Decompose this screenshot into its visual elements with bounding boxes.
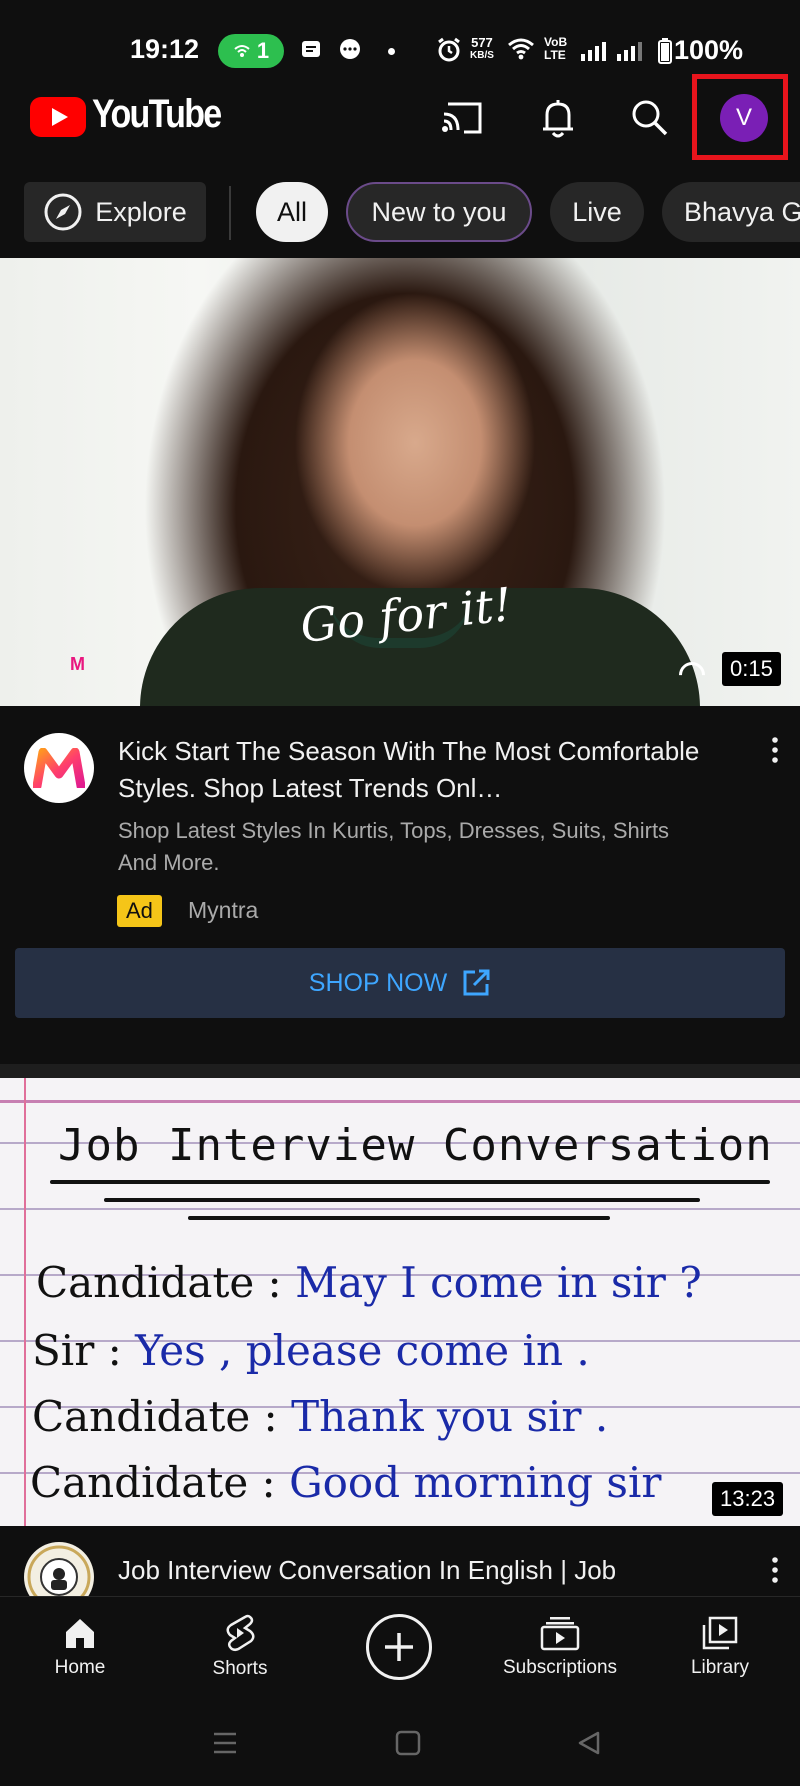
wifi-icon	[508, 38, 534, 66]
ad-more-options-button[interactable]	[760, 730, 790, 770]
nav-shorts[interactable]: Shorts	[190, 1597, 290, 1697]
compass-icon	[44, 193, 82, 231]
volte-indicator: VoB LTE	[544, 36, 567, 62]
chip-bhavya[interactable]: Bhavya G	[662, 182, 800, 242]
dialogue-line: Candidate : Thank you sir .	[32, 1392, 608, 1441]
ad-advertiser-name: Myntra	[188, 897, 259, 923]
ad-title[interactable]: Kick Start The Season With The Most Comf…	[118, 733, 718, 807]
search-icon	[632, 100, 668, 136]
library-icon	[702, 1616, 738, 1650]
heading-underline-1	[50, 1180, 770, 1184]
video-more-options-button[interactable]	[760, 1550, 790, 1590]
hotspot-count: 1	[256, 38, 270, 63]
network-speed-value: 577	[471, 35, 493, 50]
dialogue-speech: Yes , please come in .	[135, 1326, 590, 1375]
menu-lines-icon	[214, 1732, 236, 1754]
notifications-button[interactable]	[528, 88, 588, 148]
battery-percentage: 100%	[674, 35, 744, 65]
notebook-top-rule	[0, 1100, 800, 1103]
myntra-small-logo: M	[70, 654, 85, 674]
video-title[interactable]: Job Interview Conversation In English | …	[118, 1552, 718, 1589]
notification-dot-icon	[388, 48, 395, 55]
recent-apps-button[interactable]	[212, 1730, 238, 1761]
ad-video-thumbnail[interactable]: Go for it! M 0:15	[0, 258, 800, 706]
chip-new-to-you[interactable]: New to you	[346, 182, 532, 242]
dialogue-speech: May I come in sir ?	[295, 1258, 702, 1307]
signal-strength-2-icon	[616, 40, 648, 67]
back-triangle-icon	[578, 1731, 600, 1755]
dialogue-speech: Thank you sir .	[291, 1392, 609, 1441]
home-icon	[66, 1619, 94, 1648]
chip-all[interactable]: All	[256, 182, 328, 242]
cast-button[interactable]	[432, 88, 492, 148]
heading-underline-3	[188, 1216, 610, 1220]
search-button[interactable]	[620, 88, 680, 148]
square-icon	[395, 1730, 421, 1756]
nav-library[interactable]: Library	[670, 1597, 770, 1697]
status-time: 19:12	[130, 34, 200, 64]
chip-divider	[229, 186, 231, 240]
dialogue-speech: Good morning sir	[289, 1458, 662, 1507]
back-system-button[interactable]	[576, 1730, 602, 1761]
thumbnail-heading: Job Interview Conversation	[58, 1120, 773, 1171]
notebook-margin-line	[24, 1078, 26, 1526]
youtube-logo-text[interactable]: YouTube	[92, 92, 222, 137]
nav-shorts-label: Shorts	[212, 1658, 268, 1679]
home-system-button[interactable]	[395, 1730, 421, 1761]
feed-separator	[0, 1064, 800, 1078]
heading-underline-2	[104, 1198, 700, 1202]
myntra-logo-icon	[33, 748, 85, 788]
network-speed: 577 KB/S	[470, 36, 494, 62]
dialogue-speaker: Candidate :	[36, 1258, 282, 1307]
myntra-channel-avatar[interactable]	[24, 733, 94, 803]
battery-icon	[658, 38, 672, 69]
alarm-icon	[436, 37, 462, 69]
create-button[interactable]	[366, 1614, 432, 1680]
nav-home-label: Home	[54, 1657, 106, 1678]
ad-description: Shop Latest Styles In Kurtis, Tops, Dres…	[118, 818, 670, 875]
nav-home[interactable]: Home	[30, 1597, 130, 1697]
shop-now-label: SHOP NOW	[308, 968, 448, 997]
external-link-icon	[463, 969, 490, 996]
dialogue-speaker: Candidate :	[30, 1458, 276, 1507]
chip-live[interactable]: Live	[550, 182, 644, 242]
ad-duration-badge: 0:15	[722, 652, 781, 686]
chat-bubble-icon	[338, 38, 362, 68]
video-duration-badge: 13:23	[712, 1482, 784, 1516]
dialogue-line: Candidate : May I come in sir ?	[36, 1258, 702, 1307]
more-vert-icon	[772, 1557, 778, 1583]
explore-chip-label: Explore	[95, 196, 187, 227]
system-navigation-bar	[0, 1700, 800, 1786]
volte-bottom: LTE	[544, 48, 566, 62]
youtube-logo-icon[interactable]	[30, 97, 86, 137]
dialogue-line: Candidate : Good morning sir	[30, 1458, 661, 1507]
nav-library-label: Library	[690, 1657, 750, 1678]
dialogue-speaker: Candidate :	[32, 1392, 278, 1441]
dialogue-line: Sir : Yes , please come in .	[32, 1326, 590, 1375]
shorts-icon	[226, 1614, 255, 1652]
signal-strength-icon	[580, 40, 612, 67]
account-avatar[interactable]: V	[720, 94, 768, 142]
nav-subscriptions[interactable]: Subscriptions	[495, 1597, 625, 1697]
dialogue-speaker: Sir :	[32, 1326, 122, 1375]
shop-now-button[interactable]: SHOP NOW	[15, 948, 785, 1018]
plus-icon	[385, 1633, 413, 1661]
nav-subscriptions-label: Subscriptions	[502, 1657, 618, 1678]
filter-chips-bar: Explore All New to you Live Bhavya G	[0, 174, 800, 250]
explore-chip[interactable]: Explore	[24, 182, 206, 242]
wifi-hotspot-icon	[234, 45, 250, 57]
more-vert-icon	[772, 737, 778, 763]
message-icon	[300, 38, 322, 66]
bell-icon	[543, 100, 573, 138]
subscriptions-icon	[540, 1617, 580, 1651]
ad-badge: Ad	[117, 895, 162, 927]
hotspot-indicator: 1	[218, 34, 284, 68]
cast-icon	[442, 102, 482, 134]
network-speed-unit: KB/S	[470, 50, 494, 61]
